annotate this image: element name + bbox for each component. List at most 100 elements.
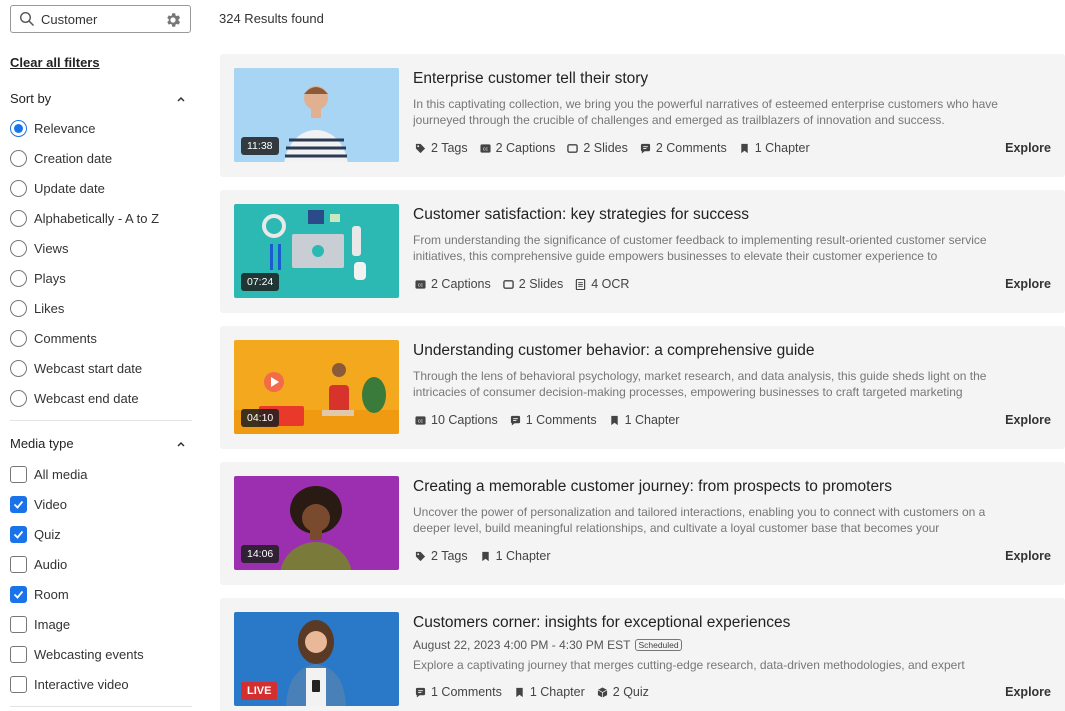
video-thumbnail[interactable]: 11:38 — [234, 68, 399, 162]
meta-item: 1 Comments — [510, 413, 597, 427]
meta-item: 1 Chapter — [739, 141, 810, 155]
slide-icon — [567, 143, 579, 154]
meta-text: 4 OCR — [591, 277, 630, 291]
quiz-icon — [597, 686, 608, 698]
result-card[interactable]: 07:24 Customer satisfaction: key strateg… — [220, 190, 1065, 313]
explore-button[interactable]: Explore — [1005, 277, 1051, 291]
meta-text: 2 Comments — [655, 141, 727, 155]
result-title[interactable]: Creating a memorable customer journey: f… — [413, 478, 892, 496]
media-type-header[interactable]: Media type — [10, 436, 190, 451]
explore-button[interactable]: Explore — [1005, 141, 1051, 155]
sort-option[interactable]: Views — [10, 238, 68, 258]
media-type-option[interactable]: Room — [10, 584, 69, 604]
radio-button[interactable] — [10, 389, 27, 407]
meta-text: 1 Comments — [431, 685, 502, 699]
radio-button[interactable] — [10, 359, 27, 377]
webcast-thumbnail[interactable]: LIVE — [234, 612, 399, 706]
result-title[interactable]: Customer satisfaction: key strategies fo… — [413, 206, 749, 224]
radio-button[interactable] — [10, 209, 27, 227]
radio-button[interactable] — [10, 299, 27, 317]
sort-option[interactable]: Update date — [10, 178, 105, 198]
result-description: Through the lens of behavioral psycholog… — [413, 369, 987, 399]
result-card[interactable]: LIVE Customers corner: insights for exce… — [220, 598, 1065, 711]
media-type-label: Room — [34, 586, 69, 602]
sort-option-label: Relevance — [34, 120, 96, 136]
explore-button[interactable]: Explore — [1005, 685, 1051, 699]
meta-item: 1 Chapter — [480, 549, 551, 563]
result-meta: 2 Tags cc 2 Captions 2 Slides 2 Comments 1 Ch… — [415, 141, 810, 155]
result-card[interactable]: 04:10 Understanding customer behavior: a… — [220, 326, 1065, 449]
checkbox[interactable] — [10, 675, 27, 693]
radio-button[interactable] — [10, 329, 27, 347]
checkbox[interactable] — [10, 555, 27, 573]
live-badge: LIVE — [241, 682, 278, 700]
caption-icon: cc — [415, 415, 426, 426]
divider — [10, 706, 192, 707]
media-type-option[interactable]: All media — [10, 464, 87, 484]
video-thumbnail[interactable]: 14:06 — [234, 476, 399, 570]
chevron-up-icon[interactable] — [176, 94, 186, 104]
sort-option-label: Views — [34, 240, 69, 256]
video-thumbnail[interactable]: 04:10 — [234, 340, 399, 434]
radio-button[interactable] — [10, 119, 27, 137]
media-type-option[interactable]: Webcasting events — [10, 644, 144, 664]
bookmark-icon — [514, 687, 525, 698]
checkbox[interactable] — [10, 645, 27, 663]
meta-item: 2 Tags — [415, 141, 468, 155]
sort-option[interactable]: Comments — [10, 328, 97, 348]
sort-option-label: Plays — [34, 270, 66, 286]
sort-option[interactable]: Relevance — [10, 118, 95, 138]
meta-text: 1 Chapter — [529, 685, 585, 699]
result-card[interactable]: 14:06 Creating a memorable customer jour… — [220, 462, 1065, 585]
checkbox[interactable] — [10, 525, 27, 543]
result-title[interactable]: Understanding customer behavior: a compr… — [413, 342, 815, 360]
meta-item: 2 Quiz — [597, 685, 649, 699]
slide-icon — [502, 279, 514, 290]
video-thumbnail[interactable]: 07:24 — [234, 204, 399, 298]
tag-icon — [415, 551, 426, 562]
sort-option[interactable]: Alphabetically - A to Z — [10, 208, 159, 228]
sort-option[interactable]: Plays — [10, 268, 66, 288]
sort-option-label: Alphabetically - A to Z — [34, 210, 160, 226]
sort-option[interactable]: Webcast end date — [10, 388, 139, 408]
duration-badge: 04:10 — [241, 409, 280, 427]
sort-option[interactable]: Likes — [10, 298, 64, 318]
checkbox[interactable] — [10, 615, 27, 633]
sort-by-header[interactable]: Sort by — [10, 91, 190, 106]
bookmark-icon — [480, 551, 491, 562]
explore-button[interactable]: Explore — [1005, 549, 1051, 563]
checkbox[interactable] — [10, 465, 27, 483]
webcast-date: August 22, 2023 4:00 PM - 4:30 PM EST Sc… — [413, 638, 682, 652]
radio-button[interactable] — [10, 149, 27, 167]
media-type-option[interactable]: Image — [10, 614, 70, 634]
sort-option[interactable]: Webcast start date — [10, 358, 142, 378]
chevron-up-icon[interactable] — [176, 439, 186, 449]
checkbox[interactable] — [10, 585, 27, 603]
meta-item: 2 Slides — [502, 277, 563, 291]
radio-button[interactable] — [10, 179, 27, 197]
media-type-option[interactable]: Interactive video — [10, 674, 129, 694]
gear-icon[interactable] — [164, 11, 182, 29]
meta-item: cc 10 Captions — [415, 413, 498, 427]
comment-icon — [510, 415, 521, 426]
search-input[interactable] — [41, 11, 151, 27]
result-title[interactable]: Enterprise customer tell their story — [413, 70, 648, 88]
media-type-option[interactable]: Quiz — [10, 524, 61, 544]
media-type-label: Quiz — [34, 526, 61, 542]
media-type-option[interactable]: Audio — [10, 554, 67, 574]
clear-all-filters-link[interactable]: Clear all filters — [10, 55, 100, 70]
explore-button[interactable]: Explore — [1005, 413, 1051, 427]
sort-option[interactable]: Creation date — [10, 148, 112, 168]
meta-text: 1 Comments — [525, 413, 597, 427]
search-box — [10, 5, 191, 33]
checkbox[interactable] — [10, 495, 27, 513]
media-type-option[interactable]: Video — [10, 494, 67, 514]
meta-text: 2 Slides — [583, 141, 628, 155]
svg-text:cc: cc — [418, 282, 424, 288]
radio-button[interactable] — [10, 239, 27, 257]
result-title[interactable]: Customers corner: insights for exception… — [413, 614, 790, 632]
radio-button[interactable] — [10, 269, 27, 287]
duration-badge: 14:06 — [241, 545, 280, 563]
result-card[interactable]: 11:38 Enterprise customer tell their sto… — [220, 54, 1065, 177]
meta-text: 1 Chapter — [495, 549, 551, 563]
